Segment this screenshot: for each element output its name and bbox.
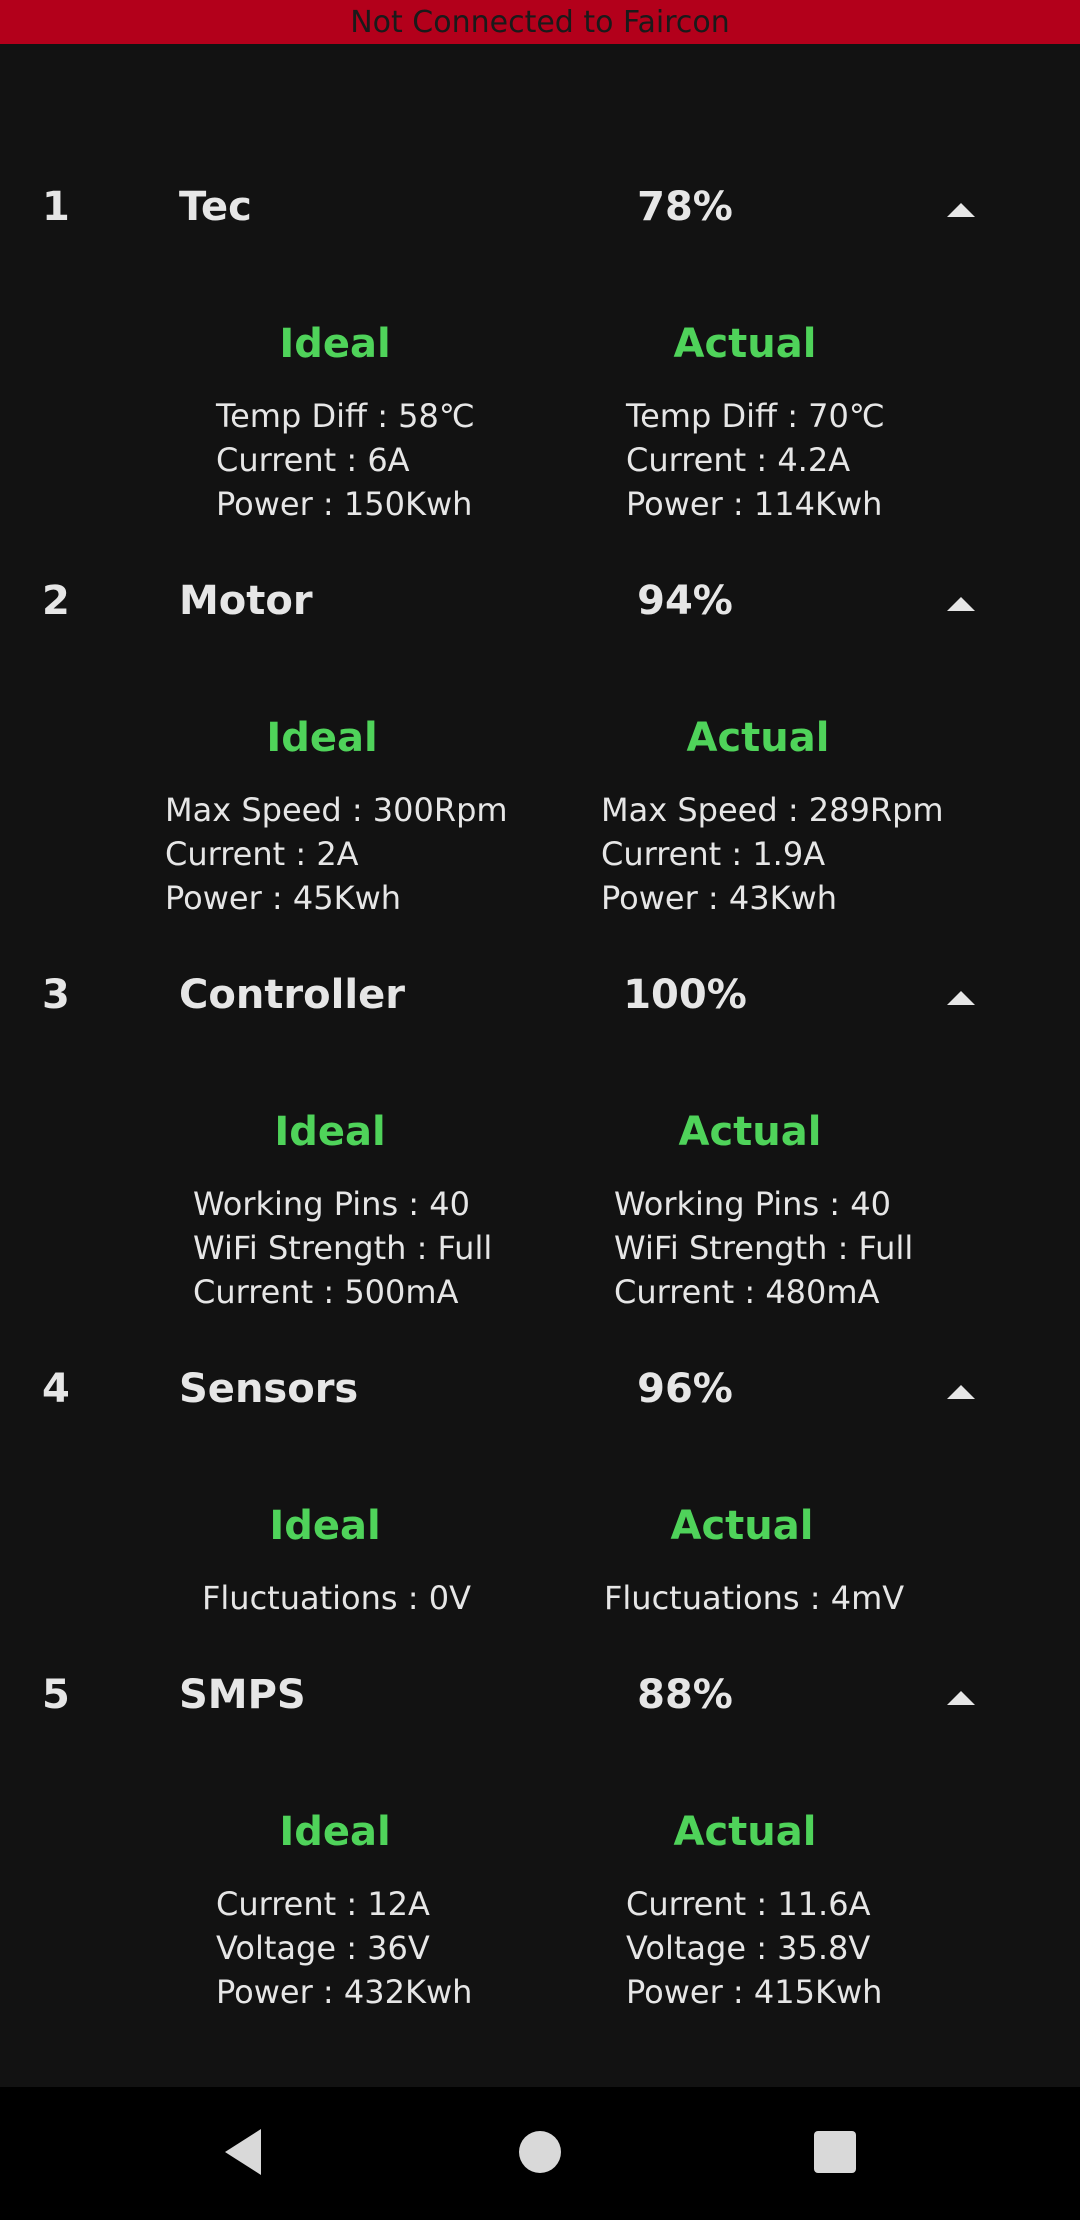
actual-value-line: Power : 415Kwh bbox=[626, 1973, 883, 2011]
ideal-value-line: Current : 12A bbox=[216, 1885, 430, 1923]
ideal-value-line: Max Speed : 300Rpm bbox=[165, 791, 508, 829]
ideal-values: Max Speed : 300Rpm Current : 2A Power : … bbox=[165, 788, 508, 920]
card-index: 4 bbox=[42, 1366, 70, 1412]
efficiency-percent: 88% bbox=[637, 1672, 733, 1718]
card-header[interactable]: 1 Tec 78% bbox=[0, 166, 1080, 246]
card-header[interactable]: 5 SMPS 88% bbox=[0, 1654, 1080, 1734]
ideal-value-line: Power : 150Kwh bbox=[216, 485, 473, 523]
connection-status-banner: Not Connected to Faircon bbox=[0, 0, 1080, 44]
ideal-values: Fluctuations : 0V bbox=[202, 1576, 471, 1620]
ideal-value-line: Current : 6A bbox=[216, 441, 410, 479]
card-title: Motor bbox=[179, 578, 313, 624]
ideal-heading: Ideal bbox=[269, 1503, 381, 1549]
ideal-values: Working Pins : 40 WiFi Strength : Full C… bbox=[193, 1182, 492, 1314]
card-title: Sensors bbox=[179, 1366, 359, 1412]
actual-value-line: Temp Diff : 70℃ bbox=[626, 397, 885, 435]
actual-value-line: Fluctuations : 4mV bbox=[604, 1579, 905, 1617]
system-navigation-bar bbox=[0, 2087, 1080, 2220]
actual-heading: Actual bbox=[673, 321, 817, 367]
ideal-value-line: Current : 2A bbox=[165, 835, 359, 873]
ideal-value-line: Working Pins : 40 bbox=[193, 1185, 470, 1223]
card-header[interactable]: 4 Sensors 96% bbox=[0, 1348, 1080, 1428]
chevron-up-icon[interactable] bbox=[936, 580, 986, 630]
actual-value-line: Current : 11.6A bbox=[626, 1885, 871, 1923]
card-title: Controller bbox=[179, 972, 405, 1018]
actual-value-line: Current : 4.2A bbox=[626, 441, 851, 479]
actual-values: Working Pins : 40 WiFi Strength : Full C… bbox=[614, 1182, 913, 1314]
ideal-value-line: Current : 500mA bbox=[193, 1273, 459, 1311]
ideal-value-line: Temp Diff : 58℃ bbox=[216, 397, 475, 435]
card-index: 1 bbox=[42, 184, 70, 230]
ideal-values: Temp Diff : 58℃ Current : 6A Power : 150… bbox=[216, 394, 475, 526]
actual-heading: Actual bbox=[686, 715, 830, 761]
actual-value-line: Voltage : 35.8V bbox=[626, 1929, 871, 1967]
actual-values: Current : 11.6A Voltage : 35.8V Power : … bbox=[626, 1882, 882, 2014]
ideal-heading: Ideal bbox=[266, 715, 378, 761]
ideal-heading: Ideal bbox=[274, 1109, 386, 1155]
actual-value-line: Max Speed : 289Rpm bbox=[601, 791, 944, 829]
actual-heading: Actual bbox=[678, 1109, 822, 1155]
component-list[interactable]: 1 Tec 78% Ideal Temp Diff : 58℃ Current … bbox=[0, 44, 1080, 2087]
actual-values: Temp Diff : 70℃ Current : 4.2A Power : 1… bbox=[626, 394, 885, 526]
actual-heading: Actual bbox=[670, 1503, 814, 1549]
actual-value-line: Working Pins : 40 bbox=[614, 1185, 891, 1223]
ideal-value-line: Fluctuations : 0V bbox=[202, 1579, 471, 1617]
ideal-value-line: Power : 432Kwh bbox=[216, 1973, 473, 2011]
connection-status-text: Not Connected to Faircon bbox=[350, 5, 730, 40]
efficiency-percent: 78% bbox=[637, 184, 733, 230]
chevron-up-icon[interactable] bbox=[936, 1368, 986, 1418]
efficiency-percent: 100% bbox=[623, 972, 747, 1018]
actual-value-line: Power : 114Kwh bbox=[626, 485, 883, 523]
ideal-values: Current : 12A Voltage : 36V Power : 432K… bbox=[216, 1882, 472, 2014]
card-index: 2 bbox=[42, 578, 70, 624]
actual-values: Fluctuations : 4mV bbox=[604, 1576, 904, 1620]
ideal-heading: Ideal bbox=[279, 321, 391, 367]
actual-value-line: Current : 480mA bbox=[614, 1273, 880, 1311]
ideal-value-line: Power : 45Kwh bbox=[165, 879, 402, 917]
card-header[interactable]: 3 Controller 100% bbox=[0, 954, 1080, 1034]
screen: Not Connected to Faircon 1 Tec 78% Ideal… bbox=[0, 0, 1080, 2220]
actual-value-line: Current : 1.9A bbox=[601, 835, 826, 873]
actual-heading: Actual bbox=[673, 1809, 817, 1855]
card-index: 5 bbox=[42, 1672, 70, 1718]
ideal-value-line: Voltage : 36V bbox=[216, 1929, 430, 1967]
ideal-heading: Ideal bbox=[279, 1809, 391, 1855]
recents-square-icon[interactable] bbox=[800, 2117, 870, 2187]
back-triangle-icon[interactable] bbox=[208, 2117, 278, 2187]
chevron-up-icon[interactable] bbox=[936, 974, 986, 1024]
card-title: SMPS bbox=[179, 1672, 306, 1718]
actual-value-line: WiFi Strength : Full bbox=[614, 1229, 914, 1267]
ideal-value-line: WiFi Strength : Full bbox=[193, 1229, 493, 1267]
card-index: 3 bbox=[42, 972, 70, 1018]
efficiency-percent: 96% bbox=[637, 1366, 733, 1412]
actual-value-line: Power : 43Kwh bbox=[601, 879, 838, 917]
card-title: Tec bbox=[179, 184, 252, 230]
home-circle-icon[interactable] bbox=[505, 2117, 575, 2187]
card-header[interactable]: 2 Motor 94% bbox=[0, 560, 1080, 640]
actual-values: Max Speed : 289Rpm Current : 1.9A Power … bbox=[601, 788, 944, 920]
chevron-up-icon[interactable] bbox=[936, 1674, 986, 1724]
chevron-up-icon[interactable] bbox=[936, 186, 986, 236]
efficiency-percent: 94% bbox=[637, 578, 733, 624]
